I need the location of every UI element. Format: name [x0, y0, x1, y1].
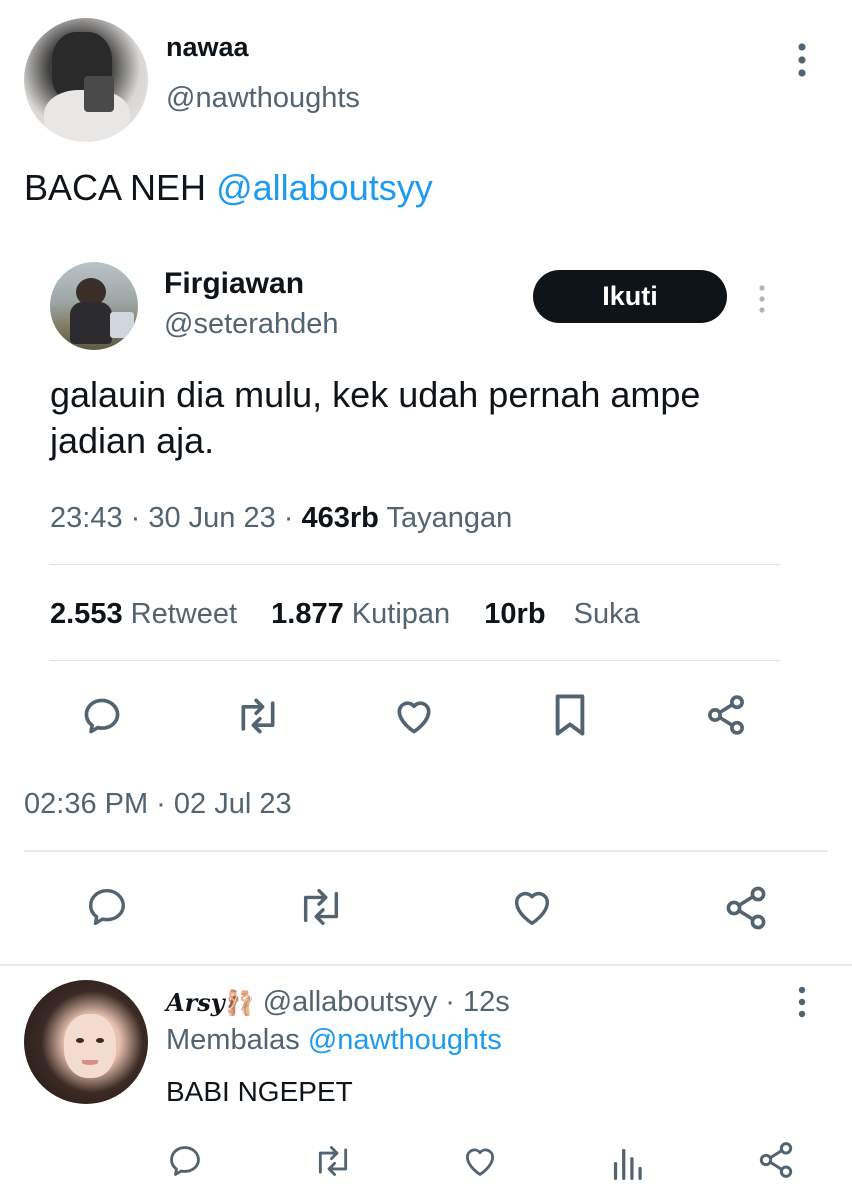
reply-author-handle[interactable]: @allaboutsyy: [263, 986, 438, 1018]
quoted-tweet-text: galauin dia mulu, kek udah pernah ampe j…: [50, 374, 701, 461]
divider: [50, 564, 780, 565]
reply-context: Membalas @nawthoughts: [166, 1022, 502, 1058]
author-name[interactable]: nawaa: [166, 30, 249, 64]
views-label: Tayangan: [386, 502, 513, 534]
more-vertical-icon[interactable]: [752, 284, 772, 314]
retweet-icon[interactable]: [296, 884, 346, 930]
like-icon[interactable]: [392, 694, 436, 738]
likes-label[interactable]: Suka: [574, 598, 640, 630]
divider: [24, 850, 828, 852]
quoted-avatar[interactable]: [50, 262, 138, 350]
reply-author-name[interactable]: Arsy: [166, 988, 225, 1017]
reply-time[interactable]: · 12s: [445, 986, 509, 1018]
quoted-timestamp[interactable]: 23:43 · 30 Jun 23 ·: [50, 502, 302, 534]
views-count: 463rb: [301, 502, 379, 534]
share-icon[interactable]: [704, 692, 748, 738]
reply-author-emoji: 🩰: [224, 990, 255, 1017]
reply-header: Arsy🩰 @allaboutsyy · 12s: [166, 984, 510, 1022]
reply-avatar[interactable]: [24, 980, 148, 1104]
mention-link[interactable]: @allaboutsyy: [216, 167, 433, 208]
retweets-count[interactable]: 2.553: [50, 598, 123, 630]
quoted-tweet-meta: 23:43 · 30 Jun 23 · 463rb Tayangan: [50, 500, 512, 536]
views-icon[interactable]: [610, 1144, 644, 1180]
share-icon[interactable]: [722, 884, 770, 932]
like-icon[interactable]: [460, 1142, 500, 1180]
tweet-text: BACA NEH @allaboutsyy: [24, 166, 433, 210]
like-icon[interactable]: [508, 884, 556, 930]
retweet-icon[interactable]: [234, 694, 282, 738]
quoted-tweet-stats: 2.553 Retweet 1.877 Kutipan 10rb Suka: [50, 594, 640, 634]
more-vertical-icon[interactable]: [788, 42, 816, 78]
share-icon[interactable]: [756, 1140, 796, 1180]
reply-text: BABI NGEPET: [166, 1076, 353, 1107]
divider: [50, 660, 780, 661]
divider: [0, 964, 852, 966]
reply-icon[interactable]: [166, 1142, 204, 1180]
retweets-label[interactable]: Retweet: [131, 598, 237, 630]
quoted-author-handle[interactable]: @seterahdeh: [164, 306, 339, 342]
quotes-count[interactable]: 1.877: [271, 598, 344, 630]
avatar[interactable]: [24, 18, 148, 142]
author-handle[interactable]: @nawthoughts: [166, 80, 360, 116]
reply-icon[interactable]: [84, 884, 130, 930]
follow-button[interactable]: Ikuti: [533, 270, 727, 323]
bookmark-icon[interactable]: [552, 692, 588, 738]
reply-icon[interactable]: [80, 694, 124, 738]
replying-to-link[interactable]: @nawthoughts: [308, 1024, 502, 1056]
likes-count[interactable]: 10rb: [484, 598, 545, 630]
replying-label: Membalas: [166, 1024, 300, 1056]
quoted-author-name[interactable]: Firgiawan: [164, 266, 304, 302]
retweet-icon[interactable]: [312, 1142, 354, 1180]
tweet-timestamp[interactable]: 02:36 PM · 02 Jul 23: [24, 786, 292, 822]
more-vertical-icon[interactable]: [790, 986, 814, 1018]
quotes-label[interactable]: Kutipan: [352, 598, 450, 630]
tweet-text-body: BACA NEH: [24, 167, 207, 208]
